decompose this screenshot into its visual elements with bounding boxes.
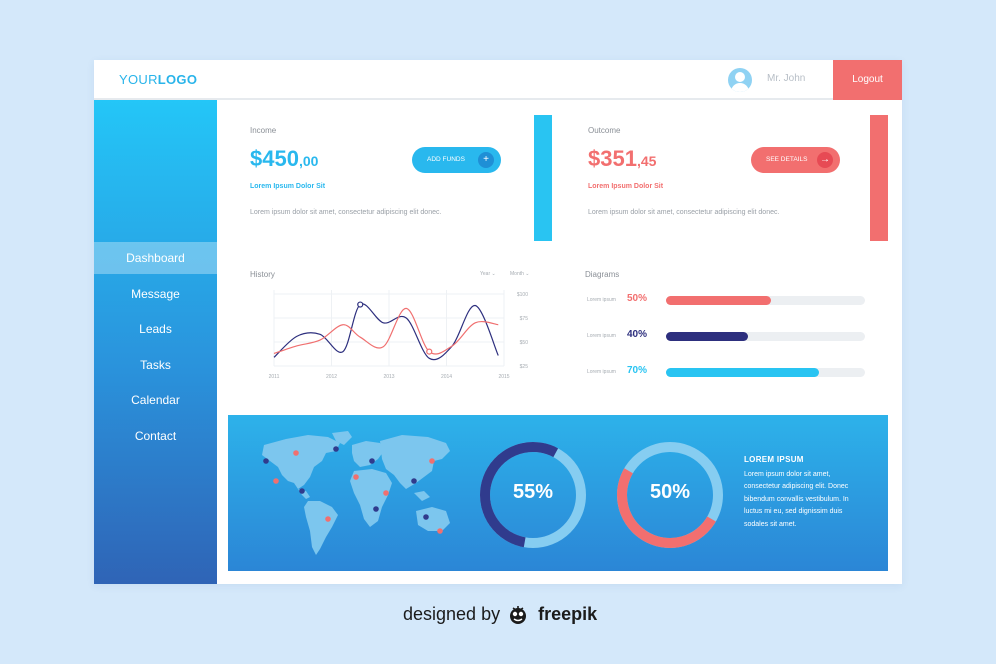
logo[interactable]: YOURLOGO xyxy=(119,72,197,87)
series-1-point-2 xyxy=(319,339,321,341)
ring-2-value: 50% xyxy=(649,481,691,503)
info-title: LOREM IPSUM xyxy=(744,455,804,464)
dashboard-frame: YOURLOGO Mr. John Logout Dashboard Messa… xyxy=(94,60,902,584)
diagram-label: Lorem ipsum xyxy=(587,297,616,303)
top-bar: YOURLOGO Mr. John Logout xyxy=(94,60,902,100)
freepik-logo-icon xyxy=(510,606,526,624)
sidebar-item-calendar[interactable]: Calendar xyxy=(94,384,217,416)
logout-button[interactable]: Logout xyxy=(833,60,902,100)
outcome-label: Outcome xyxy=(588,126,621,135)
income-amount-whole: $450 xyxy=(250,146,299,171)
credit-line: designed by freepik xyxy=(403,604,597,625)
ring-1-value: 55% xyxy=(512,481,554,503)
filter-year-label: Year xyxy=(480,271,491,277)
highlight-marker-peak[interactable] xyxy=(357,301,364,308)
x-tick-label: 2014 xyxy=(441,374,452,380)
series-0-point-9 xyxy=(474,304,476,306)
series-0-point-10 xyxy=(497,354,499,356)
series-1-point-4 xyxy=(359,336,361,338)
history-title: History xyxy=(250,270,275,279)
diagram-fill xyxy=(666,368,820,377)
series-0-point-6 xyxy=(405,317,407,319)
add-funds-label: ADD FUNDS xyxy=(427,156,465,163)
sidebar-item-contact[interactable]: Contact xyxy=(94,420,217,452)
outcome-amount: $351,45 xyxy=(588,146,656,172)
series-1-point-5 xyxy=(382,346,384,348)
series-0-point-3 xyxy=(342,350,344,352)
diagram-label: Lorem ipsum xyxy=(587,369,616,375)
logo-text-bold: LOGO xyxy=(157,72,198,87)
sidebar-item-tasks[interactable]: Tasks xyxy=(94,349,217,381)
credit-prefix: designed by xyxy=(403,604,501,624)
series-1-point-6 xyxy=(405,307,407,309)
diagram-percent: 70% xyxy=(627,365,648,376)
income-label: Income xyxy=(250,126,277,135)
summary-panel: 55% 50% LOREM IPSUM Lorem ipsum dolor si… xyxy=(228,415,888,571)
outcome-amount-whole: $351 xyxy=(588,146,637,171)
x-tick-label: 2012 xyxy=(326,374,337,380)
filter-month[interactable]: Month ⌄ xyxy=(510,271,530,277)
y-tick-label: $50 xyxy=(520,340,529,346)
x-tick-label: 2015 xyxy=(498,374,509,380)
sidebar-item-message[interactable]: Message xyxy=(94,278,217,310)
add-funds-button[interactable]: ADD FUNDS + xyxy=(412,147,501,173)
diagram-percent: 40% xyxy=(627,329,648,340)
income-amount-cents: ,00 xyxy=(298,153,319,169)
sidebar-item-leads[interactable]: Leads xyxy=(94,313,217,345)
outcome-description: Lorem ipsum dolor sit amet, consectetur … xyxy=(588,209,780,216)
x-tick-label: 2013 xyxy=(383,374,394,380)
world-map-icon xyxy=(262,431,450,555)
series-1-point-9 xyxy=(474,322,476,324)
filter-year[interactable]: Year ⌄ xyxy=(480,271,496,277)
series-1-point-3 xyxy=(342,324,344,326)
y-tick-label: $100 xyxy=(517,292,528,298)
outcome-subtitle: Lorem Ipsum Dolor Sit xyxy=(588,183,664,190)
x-tick-label: 2011 xyxy=(269,374,280,380)
series-0-point-2 xyxy=(319,333,321,335)
diagram-track xyxy=(666,296,865,305)
series-1-point-0 xyxy=(273,352,275,354)
plus-icon: + xyxy=(478,152,494,168)
filter-month-label: Month xyxy=(510,271,524,277)
sidebar: Dashboard Message Leads Tasks Calendar C… xyxy=(94,100,217,584)
y-tick-label: $75 xyxy=(520,316,529,322)
diagram-label: Lorem ipsum xyxy=(587,333,616,339)
diagram-fill xyxy=(666,332,748,341)
outcome-bar xyxy=(870,115,888,241)
outcome-amount-cents: ,45 xyxy=(636,153,657,169)
income-bar xyxy=(534,115,552,241)
income-description: Lorem ipsum dolor sit amet, consectetur … xyxy=(250,209,442,216)
username: Mr. John xyxy=(767,73,806,84)
arrow-right-icon: → xyxy=(817,152,833,168)
history-chart: 2011 2012 2013 2014 2015 $25 $50 $75 $100 xyxy=(269,290,529,380)
income-subtitle: Lorem Ipsum Dolor Sit xyxy=(250,183,326,190)
diagram-track xyxy=(666,332,865,341)
diagram-percent: 50% xyxy=(627,293,648,304)
highlight-marker-trough[interactable] xyxy=(426,348,433,355)
series-1-point-1 xyxy=(296,345,298,347)
diagram-fill xyxy=(666,296,772,305)
info-body: Lorem ipsum dolor sit amet, consectetur … xyxy=(744,471,849,528)
series-0-point-0 xyxy=(273,356,275,358)
y-tick-label: $25 xyxy=(520,364,529,370)
series-line-1 xyxy=(273,307,499,355)
sidebar-item-dashboard[interactable]: Dashboard xyxy=(94,242,217,274)
see-details-button[interactable]: SEE DETAILS → xyxy=(751,147,840,173)
avatar-icon[interactable] xyxy=(728,68,752,92)
diagrams-title: Diagrams xyxy=(585,270,620,279)
series-0-point-5 xyxy=(382,322,384,324)
series-1-point-8 xyxy=(451,345,453,347)
series-line-0 xyxy=(273,303,499,361)
series-0-point-1 xyxy=(296,335,298,337)
series-1-point-10 xyxy=(497,324,499,326)
logo-text: YOUR xyxy=(119,72,158,87)
see-details-label: SEE DETAILS xyxy=(766,156,808,163)
credit-brand: freepik xyxy=(538,604,598,624)
series-0-point-7 xyxy=(428,357,430,359)
diagram-track xyxy=(666,368,865,377)
income-amount: $450,00 xyxy=(250,146,318,172)
